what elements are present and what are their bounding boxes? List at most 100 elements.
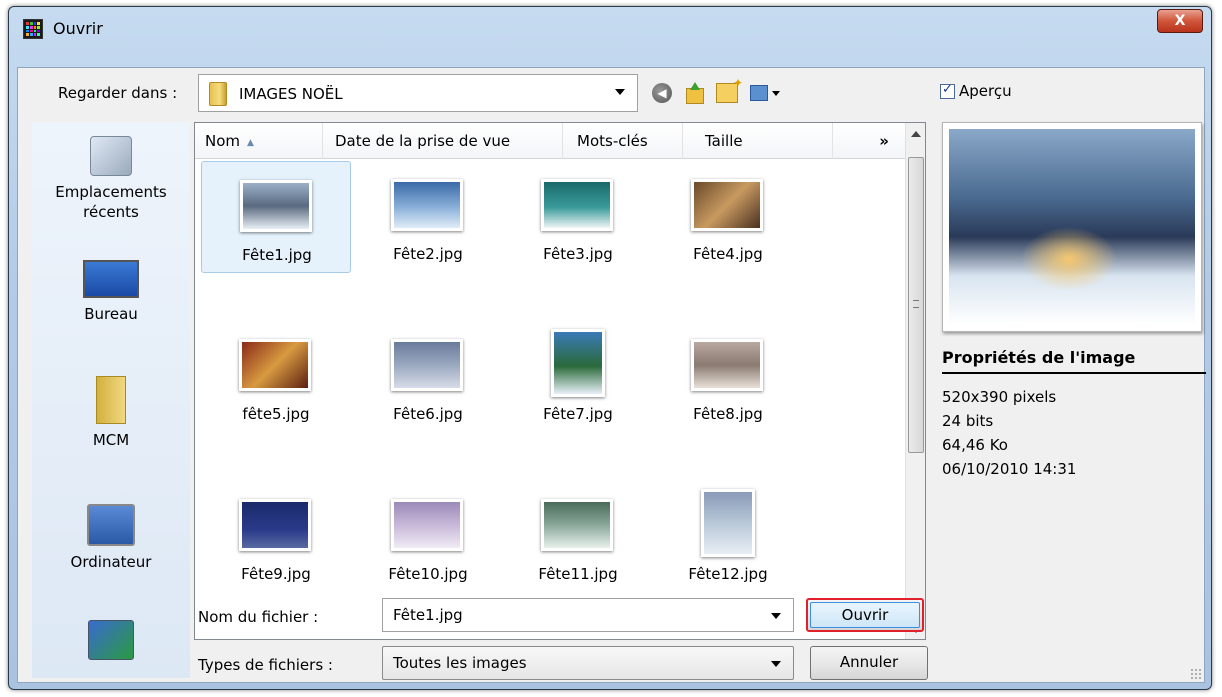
thumbnail xyxy=(391,499,463,551)
place-mcm[interactable]: MCM xyxy=(32,376,190,450)
dialog-client: Regarder dans : IMAGES NOËL ◀ Aperçu Emp… xyxy=(17,67,1206,683)
place-computer[interactable]: Ordinateur xyxy=(32,504,190,572)
resize-grip[interactable] xyxy=(1190,668,1202,680)
place-desktop[interactable]: Bureau xyxy=(32,260,190,324)
prop-bits: 24 bits xyxy=(942,412,994,430)
file-item[interactable]: Fête6.jpg xyxy=(353,321,503,433)
file-name: Fête11.jpg xyxy=(538,565,618,583)
scroll-up-icon[interactable] xyxy=(911,131,921,137)
place-label: Bureau xyxy=(84,305,138,323)
thumbnail xyxy=(691,339,763,391)
scrollbar-thumb[interactable] xyxy=(908,157,924,453)
app-icon xyxy=(23,19,43,39)
place-label: Emplacements récents xyxy=(55,183,167,221)
chevron-down-icon[interactable] xyxy=(615,89,625,95)
prop-dimensions: 520x390 pixels xyxy=(942,388,1057,406)
file-type-select[interactable]: Toutes les images xyxy=(382,646,794,680)
desktop-icon xyxy=(83,260,139,298)
column-size[interactable]: Taille xyxy=(683,123,833,159)
file-item[interactable]: Fête8.jpg xyxy=(653,321,803,433)
look-in-label: Regarder dans : xyxy=(58,84,178,102)
file-name: Fête2.jpg xyxy=(393,245,463,263)
file-name: Fête6.jpg xyxy=(393,405,463,423)
file-name: Fête3.jpg xyxy=(543,245,613,263)
open-button-label: Ouvrir xyxy=(810,602,920,628)
file-name: fête5.jpg xyxy=(242,405,310,423)
thumbnail xyxy=(541,499,613,551)
grip-icon xyxy=(913,300,919,308)
file-type-label: Types de fichiers : xyxy=(198,656,333,674)
file-name-label: Nom du fichier : xyxy=(198,608,319,626)
file-name: Fête1.jpg xyxy=(242,246,312,264)
file-list[interactable]: Nom ▲ Date de la prise de vue Mots-clés … xyxy=(194,122,926,640)
file-name: Fête4.jpg xyxy=(693,245,763,263)
preview-label: Aperçu xyxy=(959,82,1012,100)
file-name: Fête10.jpg xyxy=(388,565,468,583)
user-folder-icon xyxy=(96,376,126,424)
file-item[interactable]: Fête4.jpg xyxy=(653,161,803,273)
thumbnail xyxy=(240,180,312,232)
vertical-scrollbar[interactable] xyxy=(905,123,925,639)
thumbnail xyxy=(239,499,311,551)
preview-checkbox[interactable] xyxy=(940,82,955,99)
network-icon xyxy=(88,620,134,660)
file-item[interactable]: Fête3.jpg xyxy=(503,161,653,273)
properties-divider xyxy=(942,372,1206,374)
chevron-down-icon[interactable] xyxy=(771,613,781,619)
file-type-value: Toutes les images xyxy=(393,654,527,672)
more-columns-icon[interactable]: » xyxy=(833,123,907,159)
place-label: MCM xyxy=(92,431,130,449)
column-tags[interactable]: Mots-clés xyxy=(563,123,683,159)
open-button[interactable]: Ouvrir xyxy=(806,598,924,632)
file-name: Fête7.jpg xyxy=(543,405,613,423)
column-name[interactable]: Nom ▲ xyxy=(195,123,323,159)
chevron-down-icon[interactable] xyxy=(771,661,781,667)
computer-icon xyxy=(87,504,135,546)
nav-toolbar: ◀ xyxy=(652,76,780,104)
file-name-input[interactable]: Fête1.jpg xyxy=(382,598,794,632)
preview-image xyxy=(949,129,1195,325)
image-preview xyxy=(942,122,1202,332)
file-item[interactable]: fête5.jpg xyxy=(201,321,351,433)
column-date[interactable]: Date de la prise de vue xyxy=(323,123,563,159)
file-item[interactable]: Fête1.jpg xyxy=(201,161,351,273)
open-dialog: Ouvrir X Regarder dans : IMAGES NOËL ◀ A… xyxy=(8,6,1212,690)
column-name-label: Nom xyxy=(205,132,241,150)
folder-icon xyxy=(209,82,227,106)
thumbnail xyxy=(551,329,605,397)
column-header: Nom ▲ Date de la prise de vue Mots-clés … xyxy=(195,123,907,159)
file-name: Fête9.jpg xyxy=(241,565,311,583)
view-menu-icon[interactable] xyxy=(750,83,780,103)
thumbnail xyxy=(239,339,311,391)
up-folder-icon[interactable] xyxy=(684,82,704,104)
recent-places-icon xyxy=(90,136,132,176)
thumbnail xyxy=(391,339,463,391)
place-network[interactable] xyxy=(32,620,190,666)
back-icon[interactable]: ◀ xyxy=(652,83,672,103)
place-label: Ordinateur xyxy=(70,553,152,571)
window-title: Ouvrir xyxy=(53,19,103,38)
title-bar[interactable]: Ouvrir X xyxy=(9,7,1211,55)
close-button[interactable]: X xyxy=(1157,9,1203,33)
file-item[interactable]: Fête7.jpg xyxy=(503,321,653,433)
look-in-value: IMAGES NOËL xyxy=(239,85,343,103)
preview-toggle[interactable]: Aperçu xyxy=(940,82,1012,100)
properties-title: Propriétés de l'image xyxy=(942,348,1136,367)
file-name: Fête12.jpg xyxy=(688,565,768,583)
file-name-value: Fête1.jpg xyxy=(393,606,463,624)
thumbnail-grid: Fête1.jpg Fête2.jpg Fête3.jpg Fête4.jpg … xyxy=(195,159,907,639)
thumbnail xyxy=(701,489,755,557)
place-recent[interactable]: Emplacements récents xyxy=(32,136,190,222)
file-name: Fête8.jpg xyxy=(693,405,763,423)
look-in-combo[interactable]: IMAGES NOËL xyxy=(198,74,638,112)
thumbnail xyxy=(541,179,613,231)
new-folder-icon[interactable] xyxy=(716,76,743,103)
places-bar: Emplacements récents Bureau MCM Ordinate… xyxy=(32,122,190,678)
cancel-button[interactable]: Annuler xyxy=(810,646,928,680)
thumbnail xyxy=(391,179,463,231)
thumbnail xyxy=(691,179,763,231)
file-item[interactable]: Fête2.jpg xyxy=(353,161,503,273)
prop-date: 06/10/2010 14:31 xyxy=(942,460,1077,478)
sort-up-icon: ▲ xyxy=(247,138,254,148)
prop-size: 64,46 Ko xyxy=(942,436,1008,454)
